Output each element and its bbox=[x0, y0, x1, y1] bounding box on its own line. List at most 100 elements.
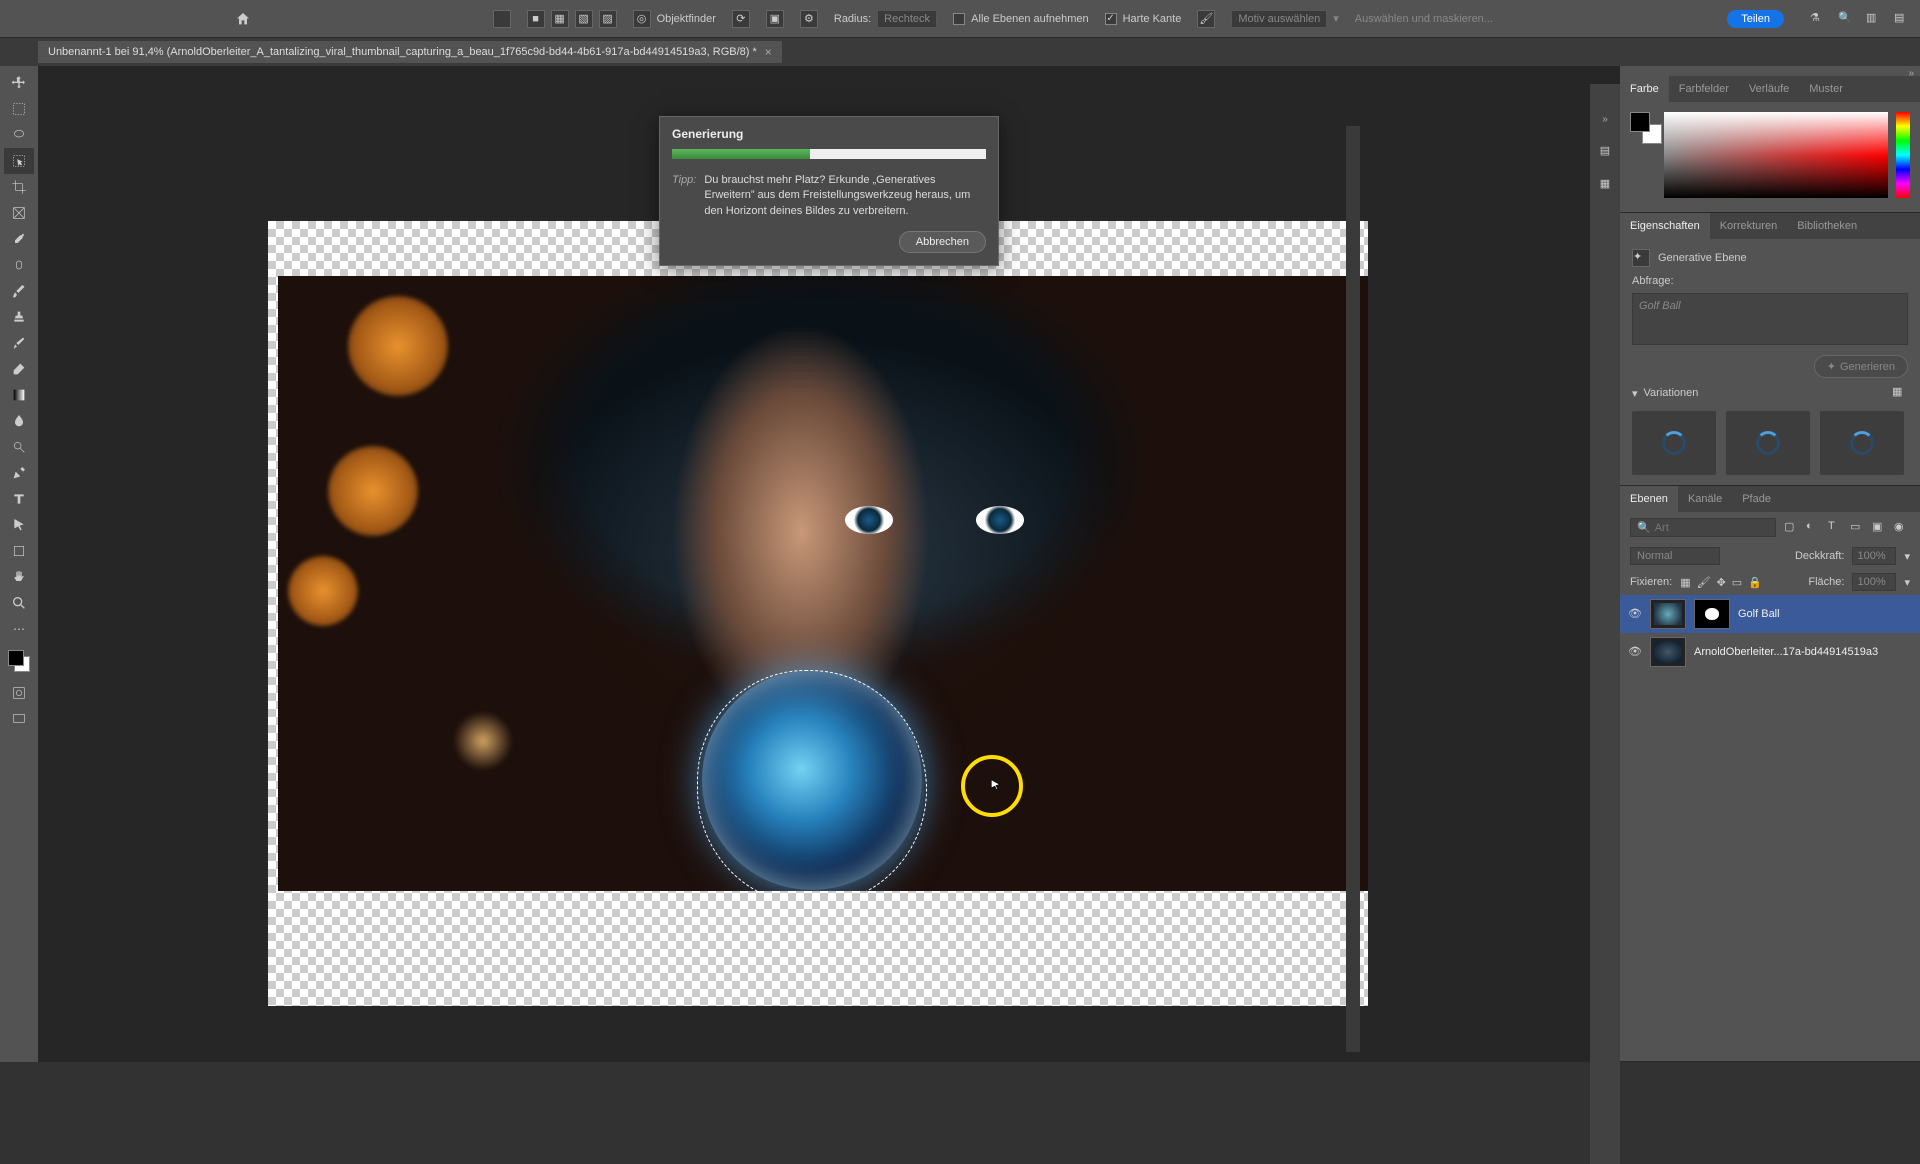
collapsed-panel-icon[interactable]: ▤ bbox=[1600, 144, 1610, 157]
selection-new-icon[interactable]: ■ bbox=[527, 10, 545, 28]
eyedropper-tool[interactable] bbox=[4, 226, 34, 252]
tab-muster[interactable]: Muster bbox=[1799, 76, 1853, 102]
canvas-area[interactable]: Generierung Tipp: Du brauchst mehr Platz… bbox=[38, 66, 1620, 1062]
subject-select-dropdown[interactable]: Motiv auswählen bbox=[1231, 10, 1327, 28]
share-button[interactable]: Teilen bbox=[1727, 10, 1784, 28]
selection-intersect-icon[interactable]: ▨ bbox=[599, 10, 617, 28]
hand-tool[interactable] bbox=[4, 564, 34, 590]
collapse-arrow-icon[interactable]: » bbox=[1620, 66, 1920, 76]
settings-icon[interactable]: ⚙ bbox=[800, 10, 818, 28]
quickmask-icon[interactable] bbox=[4, 680, 34, 706]
brush-tool[interactable] bbox=[4, 278, 34, 304]
chevron-down-icon[interactable]: ▾ bbox=[1632, 387, 1638, 400]
tab-kanaele[interactable]: Kanäle bbox=[1678, 486, 1732, 512]
prompt-input[interactable]: Golf Ball bbox=[1632, 293, 1908, 345]
lock-all-icon[interactable]: 🔒 bbox=[1748, 576, 1762, 589]
tab-farbfelder[interactable]: Farbfelder bbox=[1669, 76, 1739, 102]
path-selection-tool[interactable] bbox=[4, 512, 34, 538]
filter-toggle-icon[interactable]: ◉ bbox=[1894, 520, 1910, 536]
fill-input[interactable]: 100% bbox=[1852, 573, 1896, 591]
filter-type-icon[interactable]: T bbox=[1828, 520, 1844, 536]
blur-tool[interactable] bbox=[4, 408, 34, 434]
tab-korrekturen[interactable]: Korrekturen bbox=[1710, 213, 1787, 239]
document-canvas[interactable] bbox=[268, 221, 1368, 1006]
variation-thumb-1[interactable] bbox=[1632, 411, 1716, 475]
lock-position-icon[interactable]: ✥ bbox=[1717, 576, 1726, 589]
crop-tool[interactable] bbox=[4, 174, 34, 200]
search-icon[interactable]: 🔍 bbox=[1838, 11, 1854, 27]
beaker-icon[interactable]: ⚗ bbox=[1810, 11, 1826, 27]
filter-smart-icon[interactable]: ▣ bbox=[1872, 520, 1888, 536]
tab-eigenschaften[interactable]: Eigenschaften bbox=[1620, 213, 1710, 239]
visibility-icon[interactable]: 👁 bbox=[1628, 645, 1642, 659]
objectfinder-icon[interactable]: ◎ bbox=[633, 10, 651, 28]
layer-thumbnail[interactable] bbox=[1650, 637, 1686, 667]
home-icon[interactable] bbox=[228, 6, 258, 32]
lock-pixels-icon[interactable]: 🖌 bbox=[1697, 576, 1711, 589]
tab-ebenen[interactable]: Ebenen bbox=[1620, 486, 1678, 512]
select-and-mask-button[interactable]: Auswählen und maskieren... bbox=[1355, 13, 1493, 25]
layer-search-input[interactable] bbox=[1655, 522, 1769, 534]
healing-tool[interactable] bbox=[4, 252, 34, 278]
color-swatches[interactable] bbox=[8, 650, 30, 672]
vertical-scrollbar[interactable] bbox=[1346, 126, 1360, 1052]
color-spectrum[interactable] bbox=[1664, 112, 1888, 198]
filter-shape-icon[interactable]: ▭ bbox=[1850, 520, 1866, 536]
layer-row[interactable]: 👁 ArnoldOberleiter...17a-bd44914519a3 bbox=[1620, 633, 1920, 671]
document-tab[interactable]: Unbenannt-1 bei 91,4% (ArnoldOberleiter_… bbox=[38, 41, 782, 63]
variation-thumb-2[interactable] bbox=[1726, 411, 1810, 475]
blend-mode-select[interactable]: Normal bbox=[1630, 547, 1720, 565]
gradient-tool[interactable] bbox=[4, 382, 34, 408]
rectangle-tool[interactable] bbox=[4, 538, 34, 564]
eraser-tool[interactable] bbox=[4, 356, 34, 382]
layer-filter-search[interactable]: 🔍 bbox=[1630, 518, 1776, 537]
lasso-tool[interactable] bbox=[4, 122, 34, 148]
edit-toolbar-icon[interactable]: ⋯ bbox=[4, 616, 34, 642]
collapsed-panel-icon[interactable]: ▦ bbox=[1600, 177, 1610, 190]
layer-name[interactable]: Golf Ball bbox=[1738, 608, 1780, 620]
move-tool[interactable] bbox=[4, 70, 34, 96]
screenmode-icon[interactable] bbox=[4, 706, 34, 732]
history-brush-tool[interactable] bbox=[4, 330, 34, 356]
fg-bg-swatch[interactable] bbox=[1630, 112, 1656, 138]
hue-slider[interactable] bbox=[1896, 112, 1910, 198]
generate-button[interactable]: ✦ Generieren bbox=[1814, 355, 1908, 378]
tab-farbe[interactable]: Farbe bbox=[1620, 76, 1669, 102]
chevron-down-icon[interactable]: ▾ bbox=[1904, 576, 1910, 589]
expand-arrow-icon[interactable]: » bbox=[1602, 114, 1608, 124]
tool-preset-icon[interactable] bbox=[493, 10, 511, 28]
object-selection-tool[interactable] bbox=[4, 148, 34, 174]
variation-thumb-3[interactable] bbox=[1820, 411, 1904, 475]
grid-view-icon[interactable]: ▦ bbox=[1892, 385, 1908, 401]
lock-artboard-icon[interactable]: ▭ bbox=[1732, 576, 1742, 589]
selection-subtract-icon[interactable]: ▧ bbox=[575, 10, 593, 28]
dodge-tool[interactable] bbox=[4, 434, 34, 460]
layer-thumbnail[interactable] bbox=[1650, 599, 1686, 629]
filter-pixel-icon[interactable]: ▢ bbox=[1784, 520, 1800, 536]
tab-verlaeufe[interactable]: Verläufe bbox=[1739, 76, 1799, 102]
frame-tool[interactable] bbox=[4, 200, 34, 226]
zoom-tool[interactable] bbox=[4, 590, 34, 616]
stamp-tool[interactable] bbox=[4, 304, 34, 330]
opacity-input[interactable]: 100% bbox=[1852, 547, 1896, 565]
pen-tool[interactable] bbox=[4, 460, 34, 486]
refresh-icon[interactable]: ⟳ bbox=[732, 10, 750, 28]
tab-pfade[interactable]: Pfade bbox=[1732, 486, 1781, 512]
type-tool[interactable] bbox=[4, 486, 34, 512]
filter-adjust-icon[interactable]: ◐ bbox=[1806, 520, 1822, 536]
visibility-icon[interactable]: 👁 bbox=[1628, 607, 1642, 621]
close-icon[interactable]: × bbox=[765, 45, 772, 59]
radius-input[interactable]: Rechteck bbox=[877, 10, 937, 28]
tab-bibliotheken[interactable]: Bibliotheken bbox=[1787, 213, 1867, 239]
layer-row[interactable]: 👁 Golf Ball bbox=[1620, 595, 1920, 633]
all-layers-checkbox[interactable] bbox=[953, 13, 965, 25]
layer-name[interactable]: ArnoldOberleiter...17a-bd44914519a3 bbox=[1694, 646, 1878, 658]
arrange-icon[interactable]: ▤ bbox=[1894, 11, 1910, 27]
selection-add-icon[interactable]: ▦ bbox=[551, 10, 569, 28]
overlay-icon[interactable]: ▣ bbox=[766, 10, 784, 28]
collapsed-panel-strip[interactable]: » ▤ ▦ bbox=[1590, 84, 1620, 1164]
hard-edge-checkbox[interactable] bbox=[1105, 13, 1117, 25]
chevron-down-icon[interactable]: ▾ bbox=[1904, 550, 1910, 563]
workspace-icon[interactable]: ▥ bbox=[1866, 11, 1882, 27]
brush-settings-icon[interactable]: 🖌 bbox=[1197, 10, 1215, 28]
